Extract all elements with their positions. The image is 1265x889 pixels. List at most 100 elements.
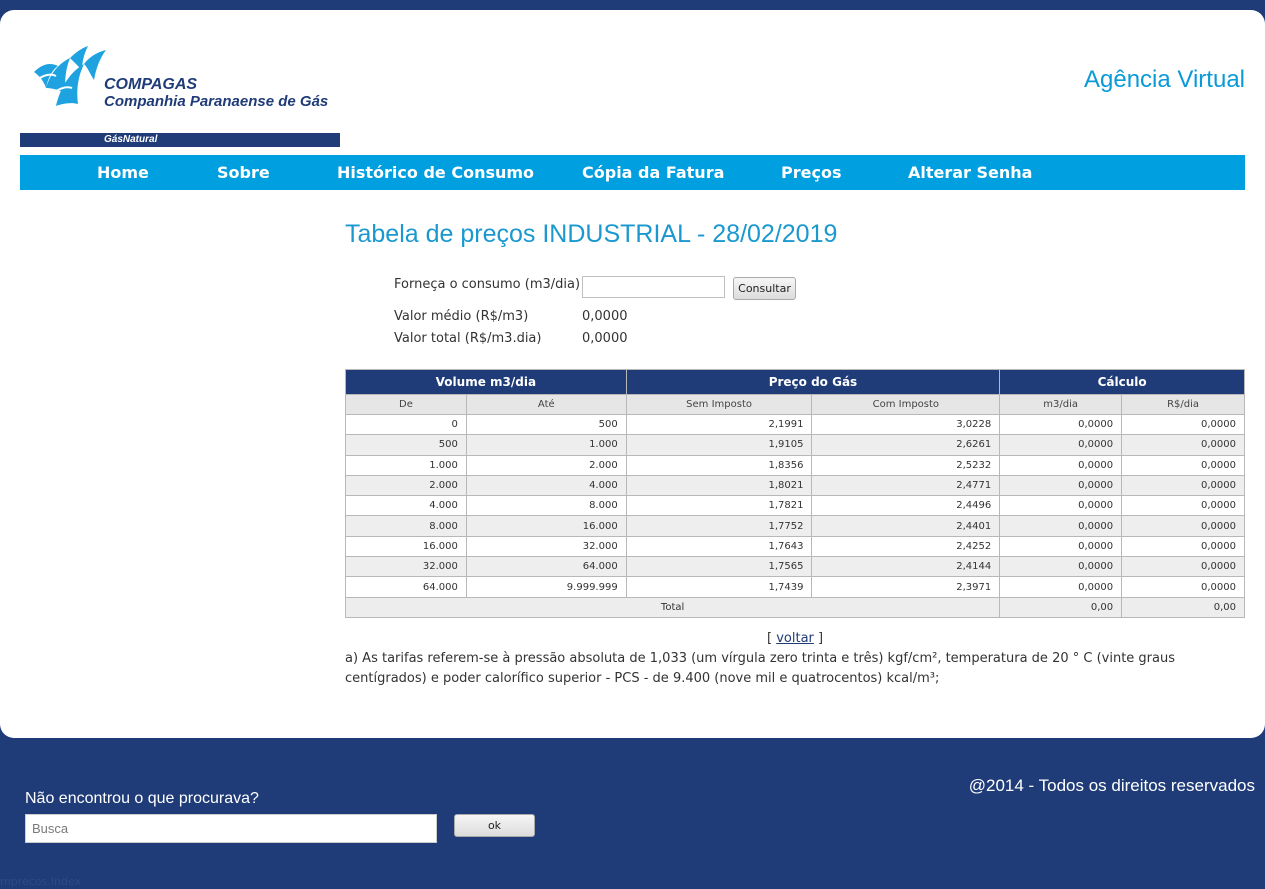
cell-ate: 1.000 [465, 434, 627, 456]
table-row: 64.000 9.999.999 1,7439 2,3971 0,0000 0,0000 [345, 576, 1245, 598]
cell-rs-dia: 0,0000 [1121, 556, 1245, 578]
table-row: 1.000 2.000 1,8356 2,5232 0,0000 0,0000 [345, 454, 1245, 476]
consumo-label: Forneça o consumo (m3/dia) [394, 277, 581, 292]
consultar-button[interactable]: Consultar [733, 277, 796, 300]
table-row: 32.000 64.000 1,7565 2,4144 0,0000 0,0000 [345, 556, 1245, 578]
cell-m3-dia: 0,0000 [999, 454, 1123, 476]
table-row: 2.000 4.000 1,8021 2,4771 0,0000 0,0000 [345, 474, 1245, 497]
nav-sobre[interactable]: Sobre [217, 155, 270, 190]
cell-de: 64.000 [345, 576, 467, 598]
cell-rs-dia: 0,0000 [1121, 413, 1245, 436]
cell-de: 8.000 [345, 515, 467, 537]
total-rs-dia: 0,00 [1121, 596, 1245, 618]
cell-ate: 500 [465, 413, 627, 436]
cell-com-imposto: 2,4252 [811, 535, 1001, 558]
nav-home[interactable]: Home [97, 155, 149, 190]
column-header-com-imposto: Com Imposto [811, 394, 1001, 415]
logo-tagline: GásNatural [20, 133, 340, 147]
table-row: 0 500 2,1991 3,0228 0,0000 0,0000 [345, 413, 1245, 436]
search-input[interactable] [25, 814, 437, 843]
column-header-m3-dia: m3/dia [999, 394, 1123, 415]
price-table: Volume m3/dia Preço do Gás Cálculo De At… [344, 369, 1245, 618]
group-header-volume: Volume m3/dia [345, 369, 627, 395]
cell-sem-imposto: 1,7752 [625, 515, 813, 537]
table-row: 4.000 8.000 1,7821 2,4496 0,0000 0,0000 [345, 495, 1245, 517]
main-card: COMPAGAS Companhia Paranaense de Gás Gás… [0, 10, 1265, 738]
cell-ate: 9.999.999 [465, 576, 627, 598]
voltar-link[interactable]: voltar [776, 631, 814, 646]
search-heading: Não encontrou o que procurava? [25, 790, 259, 807]
cell-ate: 2.000 [465, 454, 627, 476]
cell-m3-dia: 0,0000 [999, 413, 1123, 436]
nav-historico-consumo[interactable]: Histórico de Consumo [337, 155, 534, 190]
group-header-calculo: Cálculo [999, 369, 1245, 395]
cell-ate: 16.000 [465, 515, 627, 537]
valor-medio-value: 0,0000 [582, 309, 628, 324]
valor-total-value: 0,0000 [582, 331, 628, 346]
total-row: Total 0,00 0,00 [344, 596, 1245, 618]
gas-flame-logo-icon [34, 46, 106, 106]
column-header-de: De [345, 394, 467, 415]
cell-com-imposto: 2,6261 [811, 434, 1001, 456]
nav-precos[interactable]: Preços [781, 155, 841, 190]
copyright: @2014 - Todos os direitos reservados [968, 776, 1255, 795]
cell-rs-dia: 0,0000 [1121, 434, 1245, 456]
total-label: Total [344, 596, 1001, 618]
total-m3-dia: 0,00 [999, 596, 1123, 618]
cell-rs-dia: 0,0000 [1121, 495, 1245, 517]
table-row: 500 1.000 1,9105 2,6261 0,0000 0,0000 [345, 434, 1245, 456]
cell-rs-dia: 0,0000 [1121, 515, 1245, 537]
app-title: Agência Virtual [1084, 66, 1245, 93]
cell-sem-imposto: 1,8356 [625, 454, 813, 476]
cell-ate: 32.000 [465, 535, 627, 558]
cell-com-imposto: 2,4496 [811, 495, 1001, 517]
cell-de: 4.000 [345, 495, 467, 517]
logo-name: COMPAGAS [104, 76, 198, 93]
cell-ate: 8.000 [465, 495, 627, 517]
cell-com-imposto: 2,4771 [811, 474, 1001, 497]
cell-sem-imposto: 1,7821 [625, 495, 813, 517]
table-row: 16.000 32.000 1,7643 2,4252 0,0000 0,0000 [345, 535, 1245, 558]
column-header-rs-dia: R$/dia [1121, 394, 1245, 415]
cell-de: 32.000 [345, 556, 467, 578]
cell-ate: 64.000 [465, 556, 627, 578]
cell-sem-imposto: 1,9105 [625, 434, 813, 456]
column-header-ate: Até [465, 394, 627, 415]
cell-sem-imposto: 1,7643 [625, 535, 813, 558]
voltar-link-wrapper: [ voltar ] [767, 631, 823, 646]
cell-m3-dia: 0,0000 [999, 556, 1123, 578]
cell-m3-dia: 0,0000 [999, 474, 1123, 497]
cell-sem-imposto: 1,7565 [625, 556, 813, 578]
cell-m3-dia: 0,0000 [999, 515, 1123, 537]
logo-subtitle: Companhia Paranaense de Gás [104, 93, 329, 110]
cell-ate: 4.000 [465, 474, 627, 497]
search-ok-button[interactable]: ok [454, 814, 535, 837]
nav-copia-fatura[interactable]: Cópia da Fatura [582, 155, 724, 190]
consumo-input[interactable] [582, 276, 725, 298]
voltar-close-bracket: ] [813, 631, 824, 646]
nav-alterar-senha[interactable]: Alterar Senha [908, 155, 1032, 190]
cell-m3-dia: 0,0000 [999, 434, 1123, 456]
group-header-preco: Preço do Gás [625, 369, 1001, 395]
voltar-open-bracket: [ [767, 631, 777, 646]
cell-com-imposto: 2,5232 [811, 454, 1001, 476]
cell-rs-dia: 0,0000 [1121, 535, 1245, 558]
column-header-sem-imposto: Sem Imposto [625, 394, 813, 415]
cell-rs-dia: 0,0000 [1121, 576, 1245, 598]
cell-de: 500 [345, 434, 467, 456]
cell-de: 0 [345, 413, 467, 436]
main-nav: Home Sobre Histórico de Consumo Cópia da… [20, 155, 1245, 190]
cell-m3-dia: 0,0000 [999, 535, 1123, 558]
compagas-logo[interactable]: COMPAGAS Companhia Paranaense de Gás Gás… [20, 44, 340, 148]
cell-de: 1.000 [345, 454, 467, 476]
page-title: Tabela de preços INDUSTRIAL - 28/02/2019 [345, 220, 838, 248]
cell-sem-imposto: 1,8021 [625, 474, 813, 497]
cell-com-imposto: 2,3971 [811, 576, 1001, 598]
cell-sem-imposto: 1,7439 [625, 576, 813, 598]
cell-de: 2.000 [345, 474, 467, 497]
cell-rs-dia: 0,0000 [1121, 454, 1245, 476]
cell-com-imposto: 3,0228 [811, 413, 1001, 436]
cell-rs-dia: 0,0000 [1121, 474, 1245, 497]
cell-m3-dia: 0,0000 [999, 576, 1123, 598]
tariff-note: a) As tarifas referem-se à pressão absol… [345, 651, 1176, 686]
